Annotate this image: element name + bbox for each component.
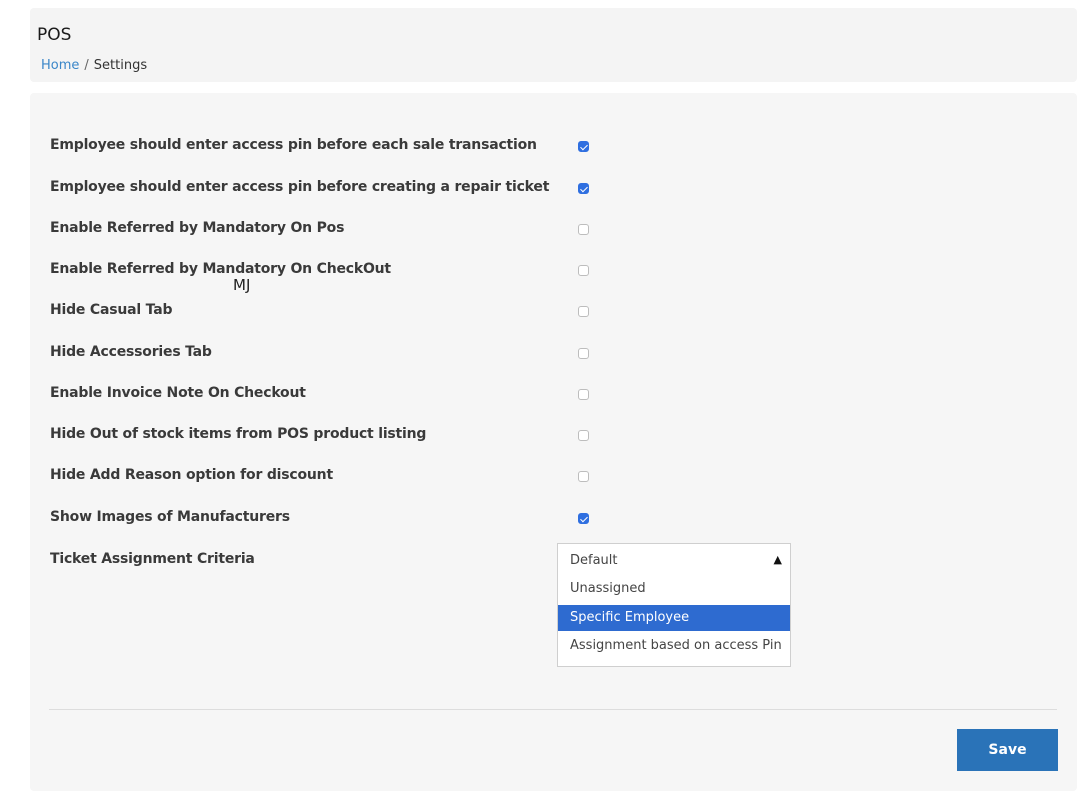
setting-row: Enable Referred by Mandatory On Pos [50, 220, 589, 240]
setting-label: Hide Accessories Tab [50, 344, 212, 360]
select-option-specific-employee[interactable]: Specific Employee [558, 605, 790, 631]
setting-label: Hide Out of stock items from POS product… [50, 426, 427, 442]
page-header: POS Home / Settings [30, 8, 1077, 82]
setting-label: Hide Add Reason option for discount [50, 467, 333, 483]
select-option-label: Unassigned [570, 581, 646, 596]
setting-row: Hide Casual Tab [50, 302, 589, 322]
breadcrumb-home-link[interactable]: Home [41, 58, 79, 73]
setting-checkbox[interactable] [578, 389, 589, 400]
setting-label: Enable Referred by Mandatory On Pos [50, 220, 345, 236]
breadcrumb: Home / Settings [41, 58, 147, 73]
select-selected-text: Default [570, 553, 618, 568]
overlay-initials: MJ [233, 276, 251, 294]
divider [49, 709, 1057, 710]
page-title: POS [37, 25, 72, 45]
setting-row: Hide Accessories Tab [50, 344, 589, 364]
setting-row: Enable Invoice Note On Checkout [50, 385, 589, 405]
setting-row: Employee should enter access pin before … [50, 137, 589, 157]
triangle-up-icon: ▲ [773, 553, 782, 566]
setting-label: Hide Casual Tab [50, 302, 173, 318]
breadcrumb-separator: / [84, 58, 89, 73]
setting-checkbox[interactable] [578, 224, 589, 235]
ticket-assignment-label: Ticket Assignment Criteria [50, 551, 255, 567]
setting-checkbox[interactable] [578, 348, 589, 359]
settings-panel: Employee should enter access pin before … [30, 93, 1077, 791]
setting-row: Employee should enter access pin before … [50, 179, 589, 199]
setting-checkbox[interactable] [578, 306, 589, 317]
setting-label: Employee should enter access pin before … [50, 179, 550, 195]
ticket-assignment-row: Ticket Assignment Criteria [50, 551, 570, 571]
setting-checkbox[interactable] [578, 513, 589, 524]
select-option-access-pin[interactable]: Assignment based on access Pin [558, 633, 790, 659]
select-option-label: Specific Employee [570, 610, 690, 625]
setting-row: Hide Out of stock items from POS product… [50, 426, 589, 446]
breadcrumb-current: Settings [93, 58, 148, 73]
setting-checkbox[interactable] [578, 471, 589, 482]
setting-label: Employee should enter access pin before … [50, 137, 537, 153]
setting-checkbox[interactable] [578, 183, 589, 194]
save-button[interactable]: Save [957, 729, 1058, 771]
ticket-assignment-select[interactable]: Default ▲ Unassigned Specific Employee A… [557, 543, 791, 667]
setting-label: Enable Referred by Mandatory On CheckOut [50, 261, 391, 277]
select-option-label: Assignment based on access Pin [570, 638, 782, 653]
setting-row: Show Images of Manufacturers [50, 509, 589, 529]
setting-checkbox[interactable] [578, 430, 589, 441]
setting-row: Hide Add Reason option for discount [50, 467, 589, 487]
setting-label: Show Images of Manufacturers [50, 509, 290, 525]
setting-checkbox[interactable] [578, 265, 589, 276]
select-option-unassigned[interactable]: Unassigned [558, 576, 790, 602]
setting-checkbox[interactable] [578, 141, 589, 152]
setting-label: Enable Invoice Note On Checkout [50, 385, 306, 401]
select-current-value[interactable]: Default ▲ [558, 544, 790, 576]
setting-row: Enable Referred by Mandatory On CheckOut [50, 261, 589, 281]
